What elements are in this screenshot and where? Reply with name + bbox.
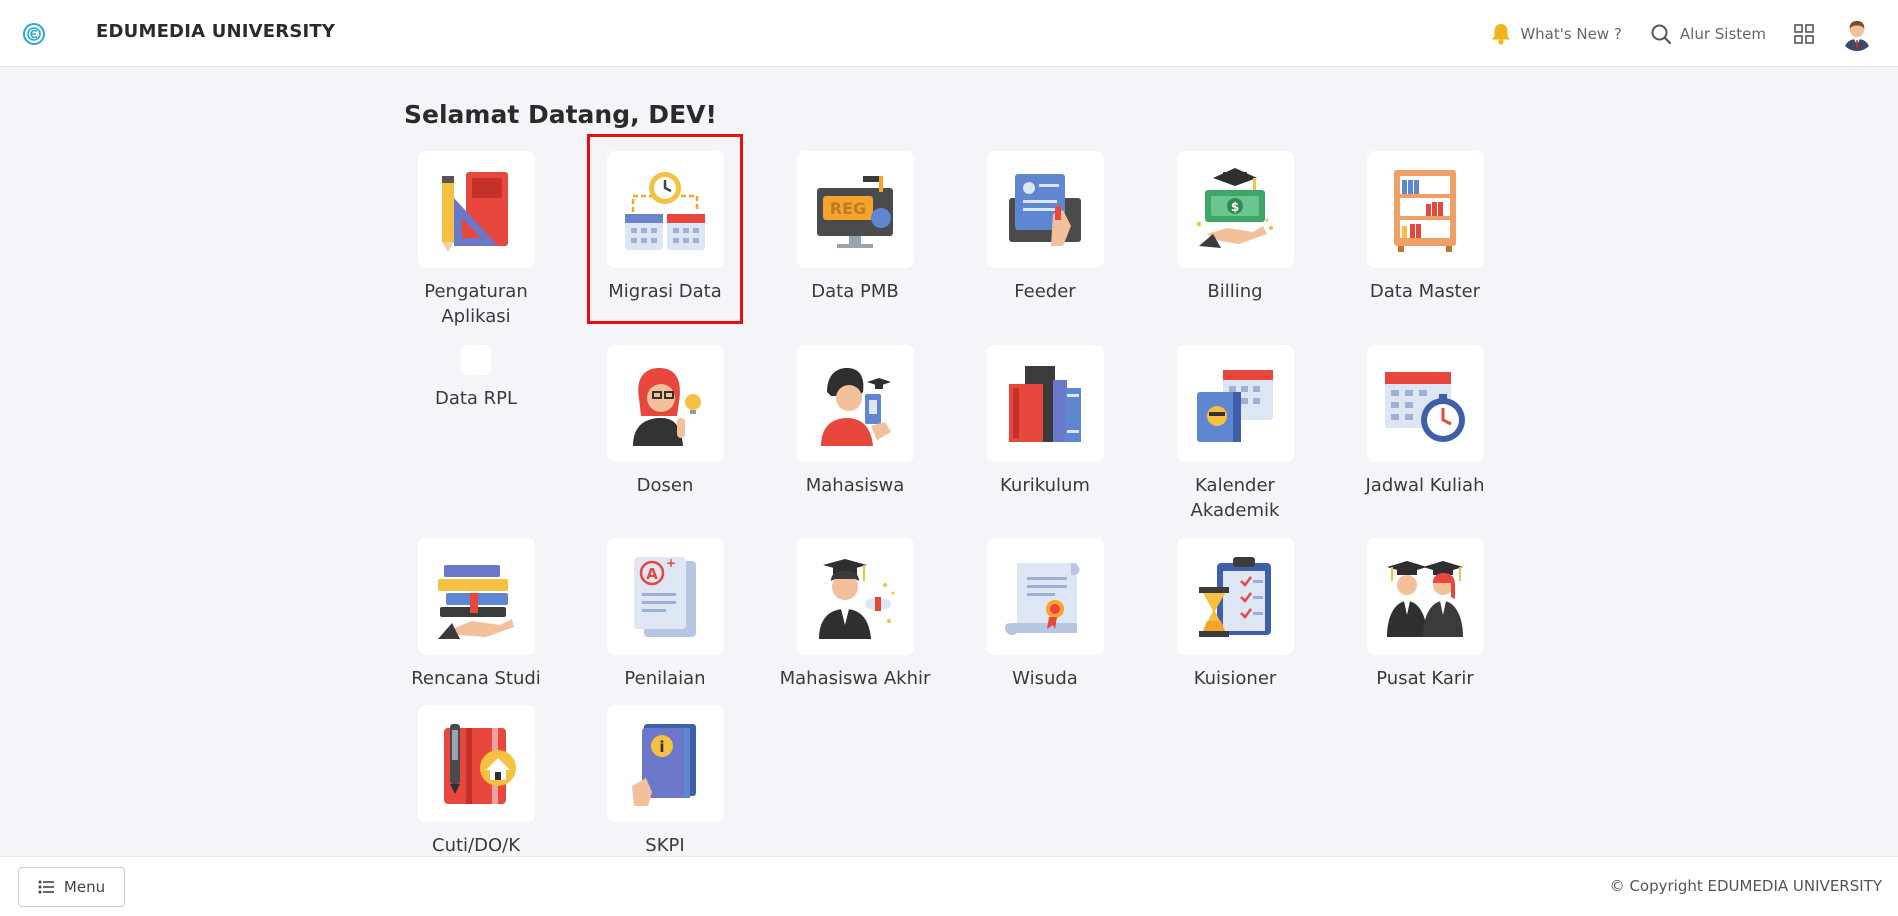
tile-label: Migrasi Data xyxy=(608,281,722,302)
clipboard-hourglass-icon xyxy=(1176,538,1294,655)
search-icon xyxy=(1651,24,1671,44)
tile-label: Feeder xyxy=(1014,281,1076,302)
svg-text:i: i xyxy=(659,738,664,756)
tile-rencana-studi[interactable]: Rencana Studi xyxy=(396,538,556,691)
tile-jadwal-kuliah[interactable]: Jadwal Kuliah xyxy=(1345,345,1505,498)
calendar-clock-icon xyxy=(1366,345,1484,462)
graduates-icon xyxy=(1366,538,1484,655)
tile-label: Billing xyxy=(1207,281,1263,302)
grid-icon xyxy=(1794,23,1814,44)
calendar-book-icon xyxy=(1176,345,1294,462)
student-icon xyxy=(796,345,914,462)
tile-label: Data Master xyxy=(1369,281,1481,302)
tile-label: Kuisioner xyxy=(1193,668,1277,689)
menu-label: Menu xyxy=(63,878,106,896)
tile-pusat-karir[interactable]: Pusat Karir xyxy=(1345,538,1505,691)
tile-label: Data RPL xyxy=(434,388,518,409)
tile-label: Kurikulum xyxy=(1000,475,1090,496)
tile-label: Cuti/DO/K xyxy=(432,835,520,856)
svg-text:$: $ xyxy=(1231,200,1239,214)
graduate-diploma-icon xyxy=(796,538,914,655)
reg-monitor-icon: REG xyxy=(796,151,914,268)
svg-text:A: A xyxy=(646,565,658,583)
tile-skpi[interactable]: i SKPI xyxy=(585,705,745,858)
logo-icon[interactable] xyxy=(22,22,46,46)
tile-data-master[interactable]: Data Master xyxy=(1345,151,1505,304)
tile-label: Wisuda xyxy=(1012,668,1078,689)
alur-sistem-label: Alur Sistem xyxy=(1679,24,1766,43)
lecturer-icon xyxy=(606,345,724,462)
info-book-icon: i xyxy=(606,705,724,822)
clock-calendar-icon xyxy=(606,151,724,268)
notebook-home-icon xyxy=(417,705,535,822)
tile-kurikulum[interactable]: Kurikulum xyxy=(965,345,1125,498)
tile-label: Dosen xyxy=(636,475,694,496)
document-upload-icon xyxy=(986,151,1104,268)
money-hand-icon: $ xyxy=(1176,151,1294,268)
tile-label: Rencana Studi xyxy=(411,668,541,689)
tile-migrasi-data[interactable]: Migrasi Data xyxy=(585,151,745,304)
books-icon xyxy=(986,345,1104,462)
list-icon xyxy=(38,880,54,894)
whats-new-label: What's New ? xyxy=(1520,24,1622,43)
ruler-pencil-icon xyxy=(417,151,535,268)
tile-label: Pengaturan Aplikasi xyxy=(424,281,528,327)
tile-mahasiswa-akhir[interactable]: Mahasiswa Akhir xyxy=(775,538,935,691)
tile-cuti-do-k[interactable]: Cuti/DO/K xyxy=(396,705,556,858)
brand-title: EDUMEDIA UNIVERSITY xyxy=(96,21,336,42)
tile-label: SKPI xyxy=(645,835,685,856)
menu-button[interactable]: Menu xyxy=(18,867,125,907)
page-title: Selamat Datang, DEV! xyxy=(404,100,717,129)
tile-label: Mahasiswa xyxy=(805,475,905,496)
tile-kalender-akademik[interactable]: Kalender Akademik xyxy=(1155,345,1315,523)
svg-text:REG: REG xyxy=(830,199,866,218)
bookshelf-icon xyxy=(1366,151,1484,268)
top-navbar: EDUMEDIA UNIVERSITY What's New ? Alur Si… xyxy=(0,0,1898,67)
tile-pengaturan-aplikasi[interactable]: Pengaturan Aplikasi xyxy=(396,151,556,329)
tile-feeder[interactable]: Feeder xyxy=(965,151,1125,304)
tile-label: Jadwal Kuliah xyxy=(1365,475,1485,496)
tile-label: Data PMB xyxy=(811,281,899,302)
tile-wisuda[interactable]: Wisuda xyxy=(965,538,1125,691)
tile-dosen[interactable]: Dosen xyxy=(585,345,745,498)
tile-penilaian[interactable]: A + Penilaian xyxy=(585,538,745,691)
footer-bar: Menu © Copyright EDUMEDIA UNIVERSITY xyxy=(0,856,1898,916)
copyright-text: © Copyright EDUMEDIA UNIVERSITY xyxy=(1609,877,1882,895)
bell-icon xyxy=(1492,23,1511,45)
tile-data-rpl[interactable]: Data RPL xyxy=(396,345,556,411)
tile-label: Mahasiswa Akhir xyxy=(779,668,931,689)
alur-sistem-link[interactable]: Alur Sistem xyxy=(1650,23,1766,45)
tile-billing[interactable]: $ Billing xyxy=(1155,151,1315,304)
whats-new-link[interactable]: What's New ? xyxy=(1490,22,1622,46)
tile-mahasiswa[interactable]: Mahasiswa xyxy=(775,345,935,498)
tile-kuisioner[interactable]: Kuisioner xyxy=(1155,538,1315,691)
tile-data-pmb[interactable]: REG Data PMB xyxy=(775,151,935,304)
certificate-scroll-icon xyxy=(986,538,1104,655)
graded-paper-icon: A + xyxy=(606,538,724,655)
apps-grid-button[interactable] xyxy=(1794,23,1814,44)
tile-label: Penilaian xyxy=(624,668,706,689)
svg-text:+: + xyxy=(666,556,676,570)
user-avatar[interactable] xyxy=(1840,16,1874,51)
tile-label: Pusat Karir xyxy=(1376,668,1474,689)
blank-icon xyxy=(461,345,491,375)
tile-label: Kalender Akademik xyxy=(1190,475,1280,521)
book-stack-hand-icon xyxy=(417,538,535,655)
